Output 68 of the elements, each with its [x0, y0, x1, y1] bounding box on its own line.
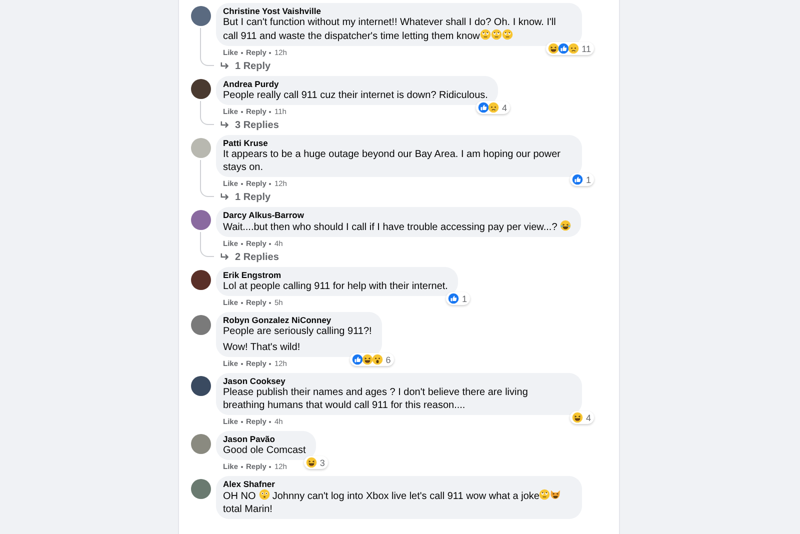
flushed-face-icon	[258, 489, 270, 500]
comment-text: Lol at people calling 911 for help with their internet.	[223, 280, 448, 293]
comment-text: People really call 911 cuz their internet is down? Ridiculous.	[223, 89, 488, 102]
surprised-face-icon	[372, 354, 383, 365]
author-name[interactable]: Robyn Gonzalez NiConney	[223, 315, 372, 325]
thread-line	[200, 232, 214, 257]
reaction-count: 1	[462, 294, 467, 304]
reaction-count: 4	[586, 412, 591, 422]
author-name[interactable]: Jason Cooksey	[223, 376, 572, 386]
reaction-summary[interactable]: 1	[570, 173, 594, 186]
thumbs-up-icon	[478, 102, 489, 113]
comment-text: Wow! That's wild!	[223, 341, 302, 354]
reaction-count: 11	[582, 44, 591, 54]
avatar[interactable]	[190, 376, 210, 396]
eye-roll-face-icon	[539, 489, 550, 500]
thread-line	[200, 160, 214, 197]
thread-line	[200, 28, 214, 66]
thumbs-up-icon	[558, 43, 569, 54]
author-name[interactable]: Alex Shafner	[223, 479, 572, 489]
reaction-count: 4	[502, 102, 507, 112]
reply-arrow-icon	[220, 253, 230, 261]
reaction-count: 3	[320, 458, 325, 468]
view-replies-link[interactable]: 1 Reply	[235, 192, 271, 202]
comment-text: It appears to be a huge outage beyond our Bay Area. I am hoping our power stays on.	[223, 148, 562, 174]
view-replies-link[interactable]: 1 Reply	[235, 60, 271, 72]
author-name[interactable]: Darcy Alkus-Barrow	[223, 210, 572, 220]
comment-text: People are seriously calling 911?!	[223, 325, 372, 338]
sad-face-icon	[568, 43, 579, 54]
reaction-summary[interactable]: 4	[570, 411, 594, 424]
thumbs-up-icon	[352, 354, 363, 365]
view-replies-link[interactable]: 3 Replies	[235, 120, 279, 130]
comment-text: But I can't function without my internet!! Whatever shall I do? Oh. I know. I'll call 911 and waste the dispatcher's time letting them know	[223, 16, 557, 43]
comment-text: Good ole Comcast	[223, 444, 306, 457]
reply-arrow-icon	[220, 121, 230, 129]
view-replies-link[interactable]: 2 Replies	[235, 252, 279, 262]
comment-text: OH NO Johnny can't log into Xbox live let's call 911 wow what a joke total Marin!	[223, 489, 572, 516]
eye-roll-face-icon	[480, 29, 491, 40]
reaction-summary[interactable]: 3	[304, 456, 328, 469]
comment-text: Please publish their names and ages ? I don't believe there are living breathing humans that would call 911 for this reason....	[223, 386, 529, 412]
thumbs-up-icon	[448, 293, 459, 304]
author-name[interactable]: Erik Engstrom	[223, 270, 448, 280]
laughing-face-icon	[362, 354, 373, 365]
laughing-face-icon	[572, 412, 583, 423]
eye-roll-face-icon	[490, 29, 502, 40]
laughing-face-icon	[306, 457, 317, 468]
reaction-count: 6	[386, 354, 391, 364]
sad-face-icon	[488, 102, 499, 113]
author-name[interactable]: Jason Pavão	[223, 434, 306, 444]
reaction-summary[interactable]: 11	[546, 42, 594, 55]
author-name[interactable]: Andrea Purdy	[223, 79, 488, 89]
thumbs-up-icon	[572, 174, 583, 185]
avatar[interactable]	[190, 79, 210, 99]
reaction-summary[interactable]: 1	[446, 292, 470, 305]
comment-text: Wait....but then who should I call if I have trouble accessing pay per view...?	[223, 220, 572, 234]
reaction-count: 1	[586, 174, 591, 184]
laughing-face-icon	[560, 220, 572, 231]
author-name[interactable]: Patti Kruse	[223, 138, 572, 148]
laughing-cat-face-icon	[550, 489, 562, 500]
avatar[interactable]	[190, 270, 210, 290]
reply-arrow-icon	[220, 62, 230, 70]
reaction-summary[interactable]: 6	[350, 353, 394, 366]
avatar[interactable]	[190, 6, 210, 26]
thread-line	[200, 101, 214, 125]
author-name[interactable]: Christine Yost Vaishville	[223, 6, 572, 16]
laughing-face-icon	[548, 43, 559, 54]
reply-arrow-icon	[220, 193, 230, 201]
reaction-summary[interactable]: 4	[476, 101, 510, 114]
eye-roll-face-icon	[502, 29, 513, 40]
